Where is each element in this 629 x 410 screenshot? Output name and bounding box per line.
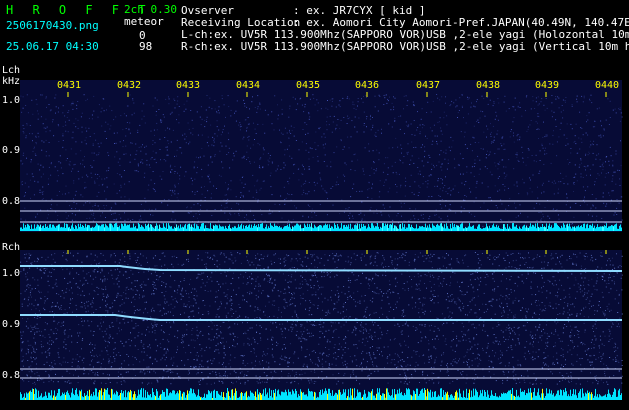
rch-trace-upper <box>20 265 623 272</box>
spectrogram-overlay <box>20 92 623 400</box>
lch-noise-layer <box>20 94 623 229</box>
rch-noise-layer <box>20 252 623 385</box>
rch-trace-lower <box>20 314 622 321</box>
hrofft-window: H R O F F T 2ch 0.30 2506170430.png mete… <box>0 0 629 410</box>
rch-amplitude-strip <box>20 388 622 400</box>
lch-amplitude-strip <box>20 223 622 231</box>
